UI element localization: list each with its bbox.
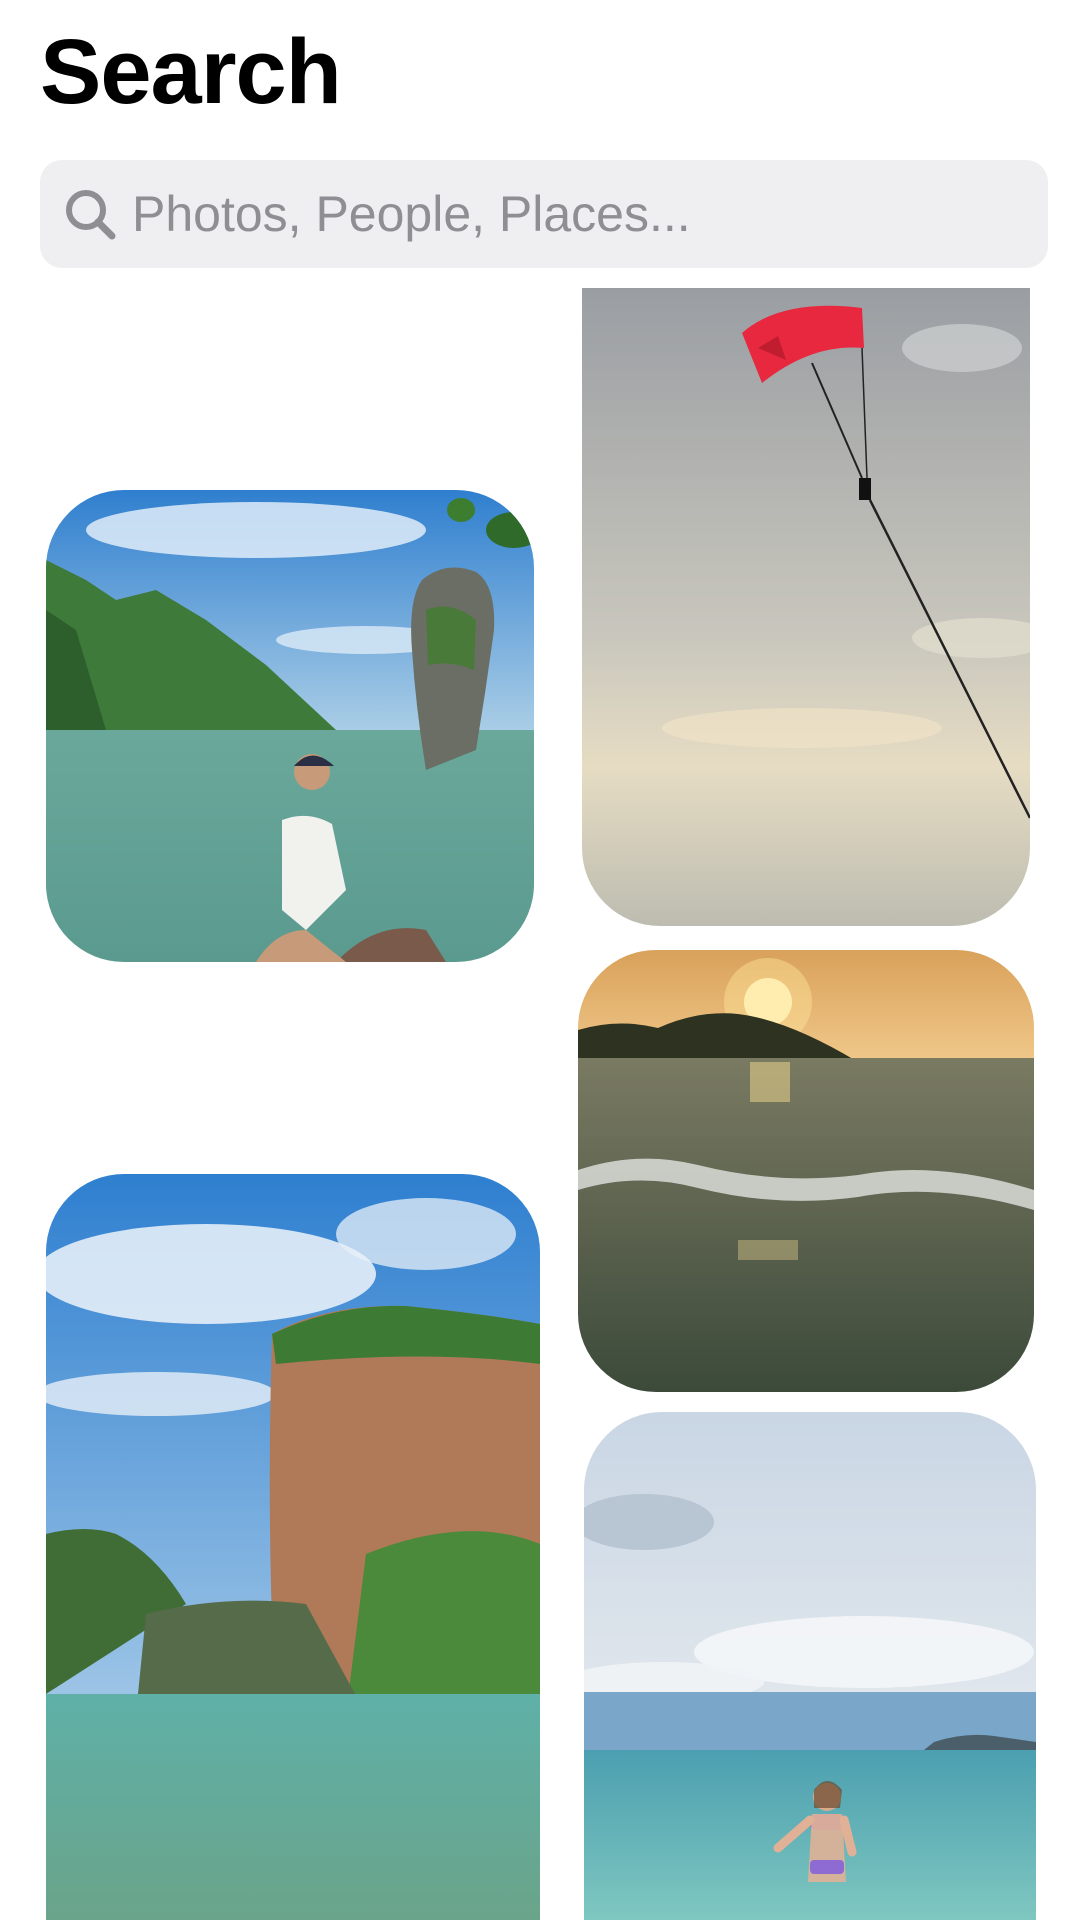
search-bar[interactable]: Photos, People, Places... — [40, 160, 1048, 268]
search-placeholder: Photos, People, Places... — [132, 186, 691, 242]
photo-tile-parasail[interactable] — [582, 288, 1030, 926]
photo-tile-limestone-cliff[interactable] — [46, 1174, 540, 1920]
photo-limestone-cliff — [46, 1174, 540, 1920]
photo-tile-rock-island[interactable] — [46, 490, 534, 962]
search-icon — [66, 190, 116, 240]
photo-parasail — [582, 288, 1030, 926]
photo-tile-beach[interactable] — [584, 1412, 1036, 1920]
page-title: Search — [40, 21, 342, 123]
photo-sunset — [578, 950, 1034, 1392]
photo-beach — [584, 1412, 1036, 1920]
photo-tile-sunset[interactable] — [578, 950, 1034, 1392]
photo-rock-island — [46, 490, 534, 962]
